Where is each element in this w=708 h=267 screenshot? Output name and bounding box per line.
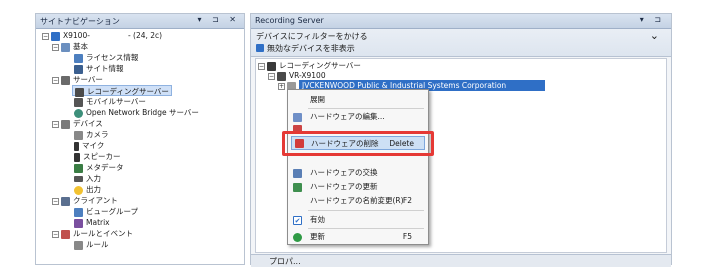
tree-item-metadata[interactable]: メタデータ [74,162,124,173]
context-menu: 展開 ハードウェアの編集... ハードウェアの削除 Delete ハードウェアの… [287,89,429,245]
license-icon [74,53,83,63]
collapse-icon[interactable]: − [52,197,59,205]
checkmark-icon: ✔ [293,216,302,225]
filter-bar: デバイスにフィルターをかける ⌄ 無効なデバイスを非表示 [251,29,671,57]
bridge-icon [74,108,83,118]
update-hardware-icon [293,183,302,192]
properties-strip: プロパ... [251,254,671,267]
site-navigation-title: サイトナビゲーション [40,17,120,26]
collapse-icon[interactable]: − [268,72,275,80]
pane-controls[interactable]: ▾ ⊐ [640,15,665,24]
tree-item-matrix[interactable]: Matrix [74,217,110,228]
site-navigation-header: サイトナビゲーション ▾ ⊐ ✕ [36,14,244,29]
mobile-server-icon [74,97,83,107]
site-navigation-pane: サイトナビゲーション ▾ ⊐ ✕ − X9100- - (24, 2c) − 基本 ラ… [35,13,245,265]
highlight-annotation [282,131,434,156]
properties-label[interactable]: プロパ... [269,256,301,267]
microphone-icon [74,141,79,151]
expand-icon[interactable]: + [278,82,285,90]
menu-separator [308,228,424,229]
menu-item-enable[interactable]: ✔ 有効 [288,213,426,227]
filter-label[interactable]: デバイスにフィルターをかける [256,31,368,42]
tree-item-site-info[interactable]: サイト情報 [74,63,124,74]
collapse-icon[interactable]: − [52,76,59,84]
tree-item-output[interactable]: 出力 [74,184,101,195]
tree-item-mobile-servers[interactable]: モバイルサーバー [74,96,146,107]
recording-server-title: Recording Server [255,16,324,25]
tree-item-recording-servers[interactable]: レコーディングサーバー [72,85,172,97]
tree-item-servers[interactable]: − サーバー [52,74,103,85]
tree-item-speaker[interactable]: スピーカー [74,151,121,162]
rule-icon [74,240,83,250]
tree-item-input[interactable]: 入力 [74,173,101,184]
refresh-icon [293,233,302,242]
tree-item-onb-servers[interactable]: Open Network Bridge サーバー [74,107,199,118]
menu-item-update-hardware[interactable]: ハードウェアの更新 [288,180,426,194]
view-group-icon [74,207,83,217]
tree-item-client[interactable]: − クライアント [52,195,118,206]
input-icon [74,176,83,182]
output-bulb-icon [74,185,83,195]
recording-server-header: Recording Server ▾ ⊐ [251,14,671,29]
menu-item-rename-hardware[interactable]: ハードウェアの名前変更(R) F2 [288,194,426,208]
matrix-icon [74,218,83,228]
menu-item-replace-hardware[interactable]: ハードウェアの交換 [288,166,426,180]
hide-disabled-label[interactable]: 無効なデバイスを非表示 [267,43,355,54]
server-icon [61,75,70,85]
tree-item-site[interactable]: − X9100- - (24, 2c) [42,30,162,41]
client-icon [61,196,70,206]
tree-item-microphone[interactable]: マイク [74,140,104,151]
tree-item-basic[interactable]: − 基本 [52,41,88,52]
tree-item-rules-events[interactable]: − ルールとイベント [52,228,133,239]
checkbox-icon[interactable] [256,44,264,52]
menu-item-expand[interactable]: 展開 [288,93,426,107]
site-icon [51,31,60,41]
chevron-down-icon[interactable]: ⌄ [650,29,659,42]
speaker-icon [74,152,80,162]
tree-item-rules[interactable]: ルール [74,239,109,250]
replace-icon [293,169,302,178]
menu-separator [308,210,424,211]
devices-icon [61,119,70,129]
edit-icon [293,113,302,122]
camera-icon [74,130,83,140]
menu-item-refresh[interactable]: 更新 F5 [288,230,426,244]
redacted-area [89,32,128,40]
site-info-icon [74,64,83,74]
tree-item-devices[interactable]: − デバイス [52,118,103,129]
collapse-icon[interactable]: − [52,120,59,128]
collapse-icon[interactable]: − [52,43,59,51]
tree-item-license[interactable]: ライセンス情報 [74,52,138,63]
collapse-icon[interactable]: − [42,32,49,40]
tree-item-camera[interactable]: カメラ [74,129,109,140]
pane-controls[interactable]: ▾ ⊐ ✕ [197,15,240,24]
metadata-icon [74,163,83,173]
menu-separator [308,108,424,109]
basic-icon [61,42,70,52]
collapse-icon[interactable]: − [52,230,59,238]
collapse-icon[interactable]: − [258,62,265,70]
menu-item-edit-hardware[interactable]: ハードウェアの編集... [288,110,426,124]
rules-icon [61,229,70,239]
tree-item-view-groups[interactable]: ビューグループ [74,206,138,217]
